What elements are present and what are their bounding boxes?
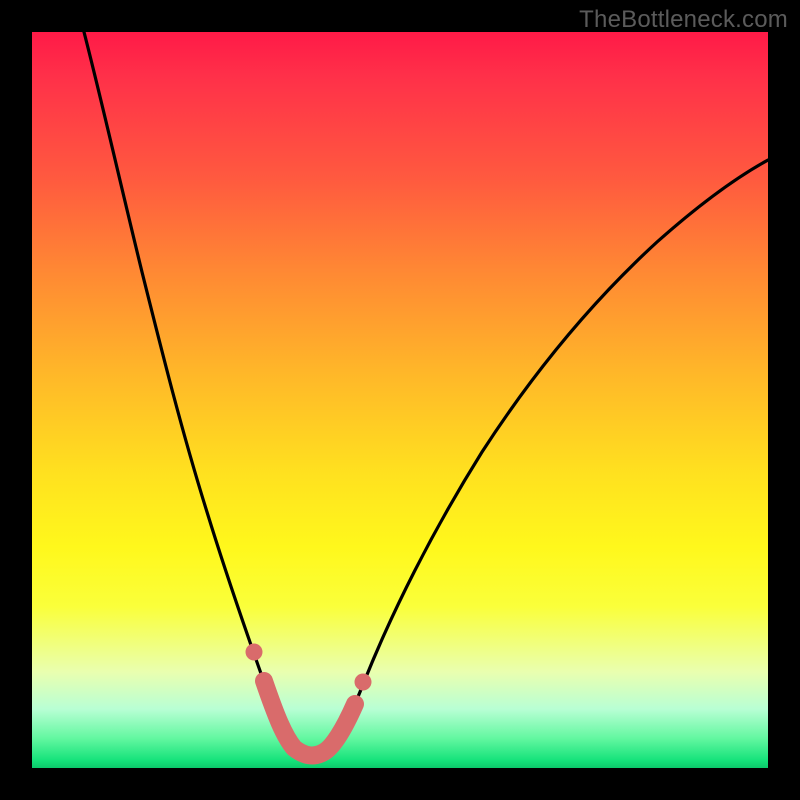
bottleneck-curve bbox=[84, 32, 768, 755]
curve-layer bbox=[32, 32, 768, 768]
watermark-text: TheBottleneck.com bbox=[579, 6, 788, 34]
chart-frame: TheBottleneck.com bbox=[0, 0, 800, 800]
plot-area bbox=[32, 32, 768, 768]
highlight-segment bbox=[246, 644, 372, 756]
